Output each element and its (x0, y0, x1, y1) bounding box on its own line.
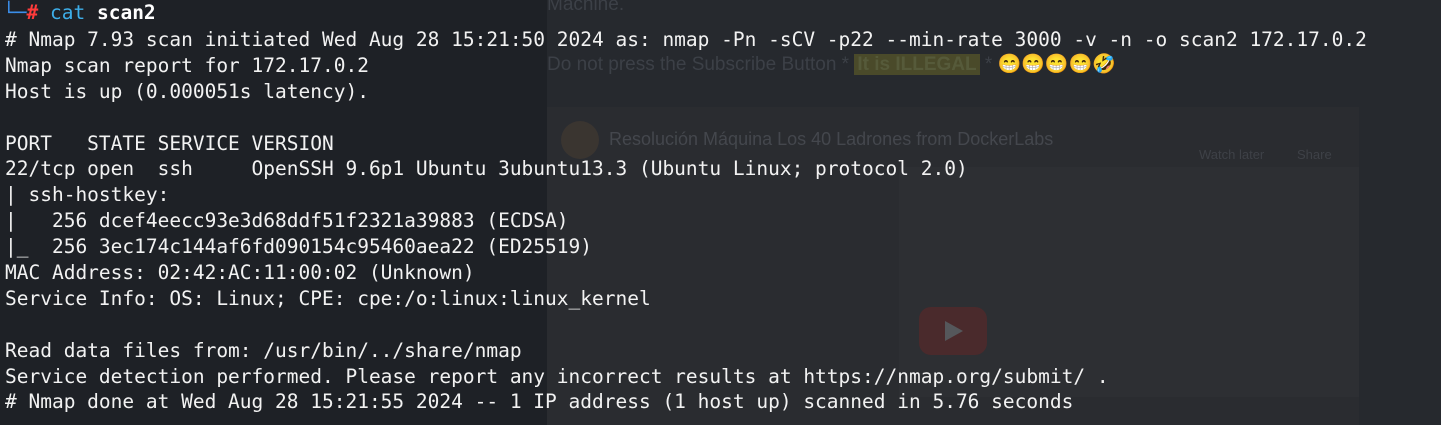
prompt-corner: └─ (3, 1, 27, 24)
output-line: PORT STATE SERVICE VERSION (5, 131, 334, 155)
output-line: | 256 dcef4eecc93e3d68ddf51f2321a39883 (… (5, 209, 569, 233)
screen: Machine. Do not press the Subscribe Butt… (0, 0, 1441, 425)
output-line: | ssh-hostkey: (5, 183, 170, 207)
output-line: Service detection performed. Please repo… (5, 364, 1109, 388)
prompt-line: └─# cat scan2 (0, 0, 1441, 27)
terminal-window[interactable]: └─# cat scan2 # Nmap 7.93 scan initiated… (0, 0, 1441, 425)
output-line: 22/tcp open ssh OpenSSH 9.6p1 Ubuntu 3ub… (5, 157, 968, 181)
output-line: Service Info: OS: Linux; CPE: cpe:/o:lin… (5, 286, 651, 310)
output-line: # Nmap done at Wed Aug 28 15:21:55 2024 … (5, 390, 1074, 414)
output-line: # Nmap 7.93 scan initiated Wed Aug 28 15… (5, 28, 1367, 51)
output-line: Read data files from: /usr/bin/../share/… (5, 338, 522, 362)
output-line: Host is up (0.000051s latency). (5, 79, 369, 103)
command-argument: scan2 (96, 1, 156, 24)
output-line: |_ 256 3ec174c144af6fd090154c95460aea22 … (5, 235, 592, 259)
command-name: cat (49, 1, 86, 24)
output-line: Nmap scan report for 172.17.0.2 (5, 53, 369, 77)
output-line: MAC Address: 02:42:AC:11:00:02 (Unknown) (5, 261, 475, 285)
prompt-symbol: # (26, 1, 39, 24)
